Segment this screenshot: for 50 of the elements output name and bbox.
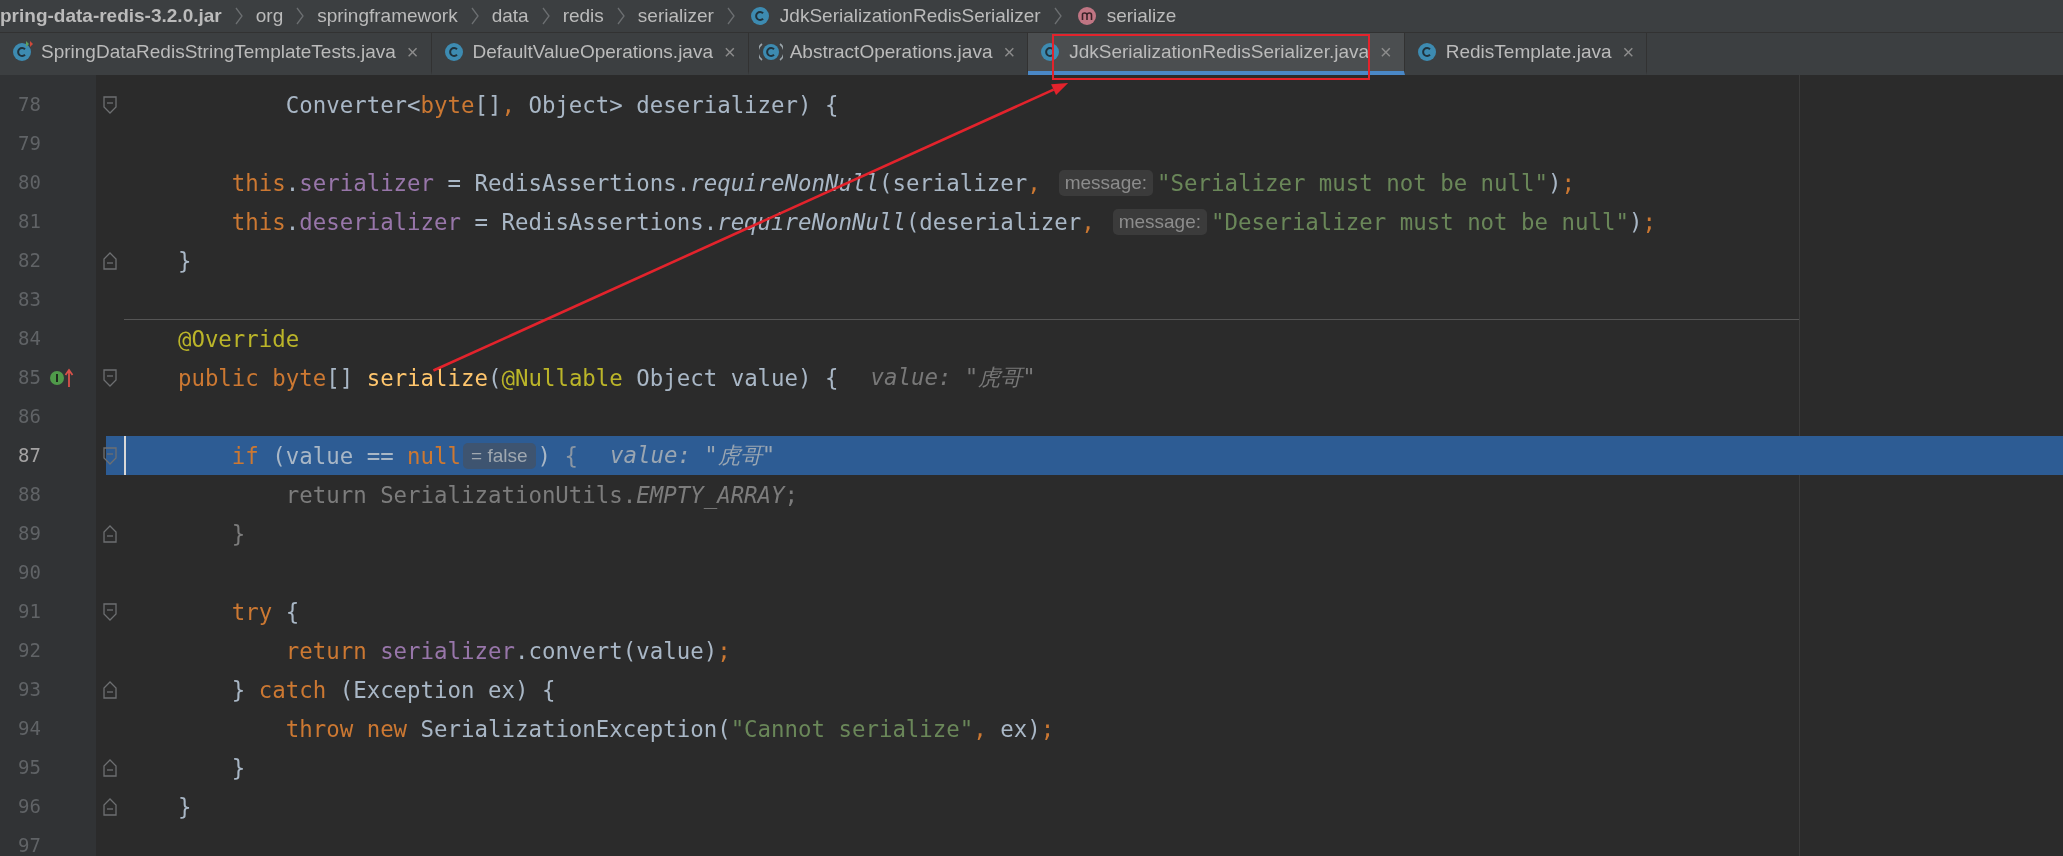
inline-value-hint: value: "虎哥" xyxy=(610,441,776,470)
code-text: try { xyxy=(231,598,300,625)
code-text: } catch (Exception ex) { xyxy=(231,676,556,703)
class-icon xyxy=(10,40,34,64)
breadcrumb-item[interactable]: org xyxy=(255,5,284,27)
close-button[interactable]: × xyxy=(1003,40,1016,64)
inline-value-hint: value: "虎哥" xyxy=(870,363,1036,392)
code-text: public byte[] serialize(@Nullable Object value) { xyxy=(177,364,839,391)
breadcrumb-item[interactable]: redis xyxy=(562,5,604,27)
abstract-class-icon xyxy=(758,40,783,64)
close-button[interactable]: × xyxy=(1622,40,1635,64)
tab-label: RedisTemplate.java xyxy=(1445,41,1612,63)
close-button[interactable]: × xyxy=(406,40,419,64)
breadcrumb-item[interactable]: springframework xyxy=(317,5,458,27)
code-text: ) { xyxy=(537,442,578,469)
fold-marker-icon[interactable] xyxy=(103,680,117,699)
fold-marker-icon[interactable] xyxy=(103,602,117,621)
tab-label: AbstractOperations.java xyxy=(789,41,993,63)
fold-marker-icon[interactable] xyxy=(103,797,117,816)
parameter-hint: message: xyxy=(1058,169,1154,196)
breadcrumb-item[interactable]: JdkSerializationRedisSerializer xyxy=(779,5,1041,27)
code-text: "Deserializer must not be null"); xyxy=(1211,208,1656,235)
breadcrumb-item[interactable]: serialize xyxy=(1106,5,1177,27)
breadcrumb-item[interactable]: serializer xyxy=(637,5,714,27)
code-text: } xyxy=(231,520,246,547)
breadcrumb-item[interactable]: data xyxy=(491,5,529,27)
fold-marker-icon[interactable] xyxy=(103,251,117,270)
code-text: return SerializationUtils.EMPTY_ARRAY; xyxy=(285,481,799,508)
code-text: } xyxy=(177,793,192,820)
code-text: Converter<byte[], Object> deserializer) { xyxy=(285,91,839,118)
evaluation-hint: = false xyxy=(463,442,536,469)
code-text: throw new SerializationException("Cannot serialize", ex); xyxy=(285,715,1055,742)
close-button[interactable]: × xyxy=(724,40,736,64)
code-text: return serializer.convert(value); xyxy=(285,637,731,664)
parameter-hint: message: xyxy=(1112,208,1207,235)
code-text: if (value == null xyxy=(231,442,462,469)
line-number: 87 xyxy=(17,443,41,468)
tab-label: JdkSerializationRedisSerializer.java xyxy=(1069,41,1370,63)
fold-marker-icon[interactable] xyxy=(103,446,117,465)
breadcrumb-item[interactable]: pring-data-redis-3.2.0.jar xyxy=(0,5,222,27)
tab-label: DefaultValueOperations.java xyxy=(472,41,713,63)
fold-marker-icon[interactable] xyxy=(103,95,117,114)
fold-marker-icon[interactable] xyxy=(103,758,117,777)
tab-label: SpringDataRedisStringTemplateTests.java xyxy=(41,41,396,63)
code-text: "Serializer must not be null"); xyxy=(1157,169,1575,196)
code-text: } xyxy=(177,247,192,274)
code-text: } xyxy=(231,754,246,781)
code-text: @Override xyxy=(177,326,300,352)
fold-marker-icon[interactable] xyxy=(103,524,117,543)
fold-marker-icon[interactable] xyxy=(103,368,117,387)
